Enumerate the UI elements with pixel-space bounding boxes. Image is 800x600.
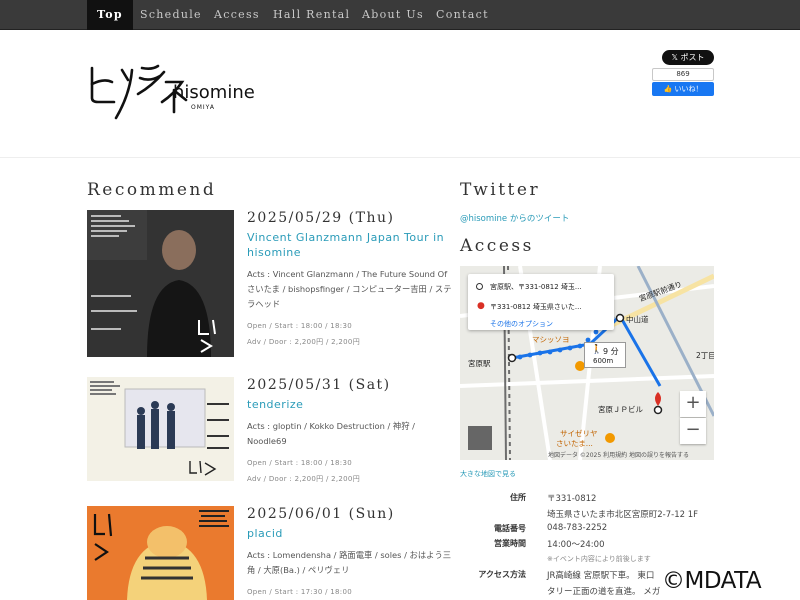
event-price: Adv / Door : 2,200円 / 2,200円 (247, 338, 360, 346)
site-logo[interactable]: hisomine OMIYA (86, 62, 255, 126)
nav-contact[interactable]: Contact (436, 0, 489, 30)
origin-icon (476, 283, 483, 290)
map-label-restaurant-2: さいたま... (556, 439, 593, 448)
info-postcode: 〒331-0812 (547, 494, 597, 504)
info-label-access: アクセス方法 (478, 570, 526, 579)
event-title-link[interactable]: tenderize (247, 397, 452, 412)
event-card: 2025/05/29 (Thu) Vincent Glanzmann Japan… (87, 210, 452, 360)
event-card: 2025/06/01 (Sun) placid Acts : Lomendens… (87, 506, 452, 600)
watermark: ©MDATA (662, 568, 762, 594)
event-card: 2025/05/31 (Sat) tenderize Acts : glopti… (87, 377, 452, 487)
event-price: Adv / Door : 2,200円 / 2,200円 (247, 475, 360, 483)
event-date: 2025/06/01 (Sun) (247, 506, 395, 522)
info-label-address: 住所 (510, 493, 526, 502)
event-time: Open / Start : 18:00 / 18:30 (247, 459, 352, 467)
event-date: 2025/05/31 (Sat) (247, 377, 391, 393)
more-options-link[interactable]: その他のオプション (490, 319, 553, 329)
event-title-link[interactable]: Vincent Glanzmann Japan Tour in hisomine (247, 230, 452, 260)
map-label-station: 宮原駅 (468, 359, 491, 368)
event-acts: Acts : gloptin / Kokko Destruction / 神狩 … (247, 421, 415, 446)
info-label-phone: 電話番号 (494, 524, 526, 533)
flyer-art-icon (87, 506, 234, 600)
x-share-button[interactable]: 𝕏 ポスト (662, 50, 714, 65)
nav-top[interactable]: Top (87, 0, 133, 30)
twitter-timeline-link[interactable]: @hisomine からのツイート (460, 212, 569, 224)
info-access-2: タリー正面の道を直進。 メガ (547, 587, 661, 597)
nav-schedule[interactable]: Schedule (140, 0, 202, 30)
route-distance: 600m (593, 357, 614, 365)
event-acts: Acts : Lomendensha / 路面電車 / soles / おはよう… (247, 550, 452, 575)
site-header: hisomine OMIYA 𝕏 ポスト 869 👍 いいね！ (0, 30, 800, 158)
nav-hall-rental[interactable]: Hall Rental (273, 0, 350, 30)
event-date: 2025/05/29 (Thu) (247, 210, 395, 226)
big-map-link[interactable]: 大きな地図で見る (460, 469, 516, 479)
event-flyer-image[interactable] (87, 506, 234, 600)
event-acts: Acts : Vincent Glanzmann / The Future So… (247, 269, 452, 309)
map-label-shop: マシッソヨ (532, 335, 570, 344)
event-flyer-image[interactable] (87, 377, 234, 481)
popup-to: 〒331-0812 埼玉県さいた... (490, 303, 582, 311)
facebook-like-button[interactable]: 👍 いいね！ (652, 82, 714, 96)
flyer-art-icon (87, 377, 234, 481)
logo-text: hisomine (173, 82, 255, 103)
top-nav: Top Schedule Access Hall Rental About Us… (0, 0, 800, 30)
map-label-chome: 2丁目 (696, 351, 714, 360)
map-directions-popup: 宮原駅、〒331-0812 埼玉... ● 〒331-0812 埼玉県さいた..… (468, 274, 614, 330)
map-label-road: 中山道 (626, 315, 649, 324)
event-time: Open / Start : 18:00 / 18:30 (247, 322, 352, 330)
twitter-heading: Twitter (460, 180, 541, 200)
access-heading: Access (460, 236, 534, 256)
event-flyer-image[interactable] (87, 210, 234, 357)
flyer-art-icon (87, 210, 234, 357)
info-access-1: JR高崎線 宮原駅下車。 東口 (547, 571, 655, 581)
info-address: 埼玉県さいたま市北区宮原町2-7-12 1F (547, 510, 699, 520)
info-phone: 048-783-2252 (547, 523, 608, 533)
info-label-hours: 営業時間 (494, 539, 526, 548)
info-hours-note: ※イベント内容により前後します (547, 555, 651, 563)
route-time: 9 分 (603, 347, 619, 356)
popup-from: 宮原駅、〒331-0812 埼玉... (490, 283, 582, 291)
nav-access[interactable]: Access (214, 0, 260, 30)
map-label-post: 宮原ＪＰビル (598, 405, 643, 414)
nav-about-us[interactable]: About Us (362, 0, 424, 30)
recommend-heading: Recommend (87, 180, 217, 200)
zoom-in-button[interactable]: + (680, 391, 706, 417)
event-time: Open / Start : 17:30 / 18:00 (247, 588, 352, 596)
like-count: 869 (652, 68, 714, 81)
facebook-like-widget: 869 👍 いいね！ (652, 68, 714, 96)
map-attribution: 地図データ ©2025 利用規約 地図の誤りを報告する (548, 452, 689, 459)
destination-pin-icon: ● (477, 301, 485, 311)
zoom-out-button[interactable]: − (680, 418, 706, 444)
logo-sub: OMIYA (191, 104, 215, 111)
event-title-link[interactable]: placid (247, 526, 452, 541)
route-duration-box: 🚶 9 分 600m (584, 342, 626, 368)
walk-icon: 🚶 (591, 345, 603, 355)
info-hours: 14:00～24:00 (547, 540, 605, 550)
